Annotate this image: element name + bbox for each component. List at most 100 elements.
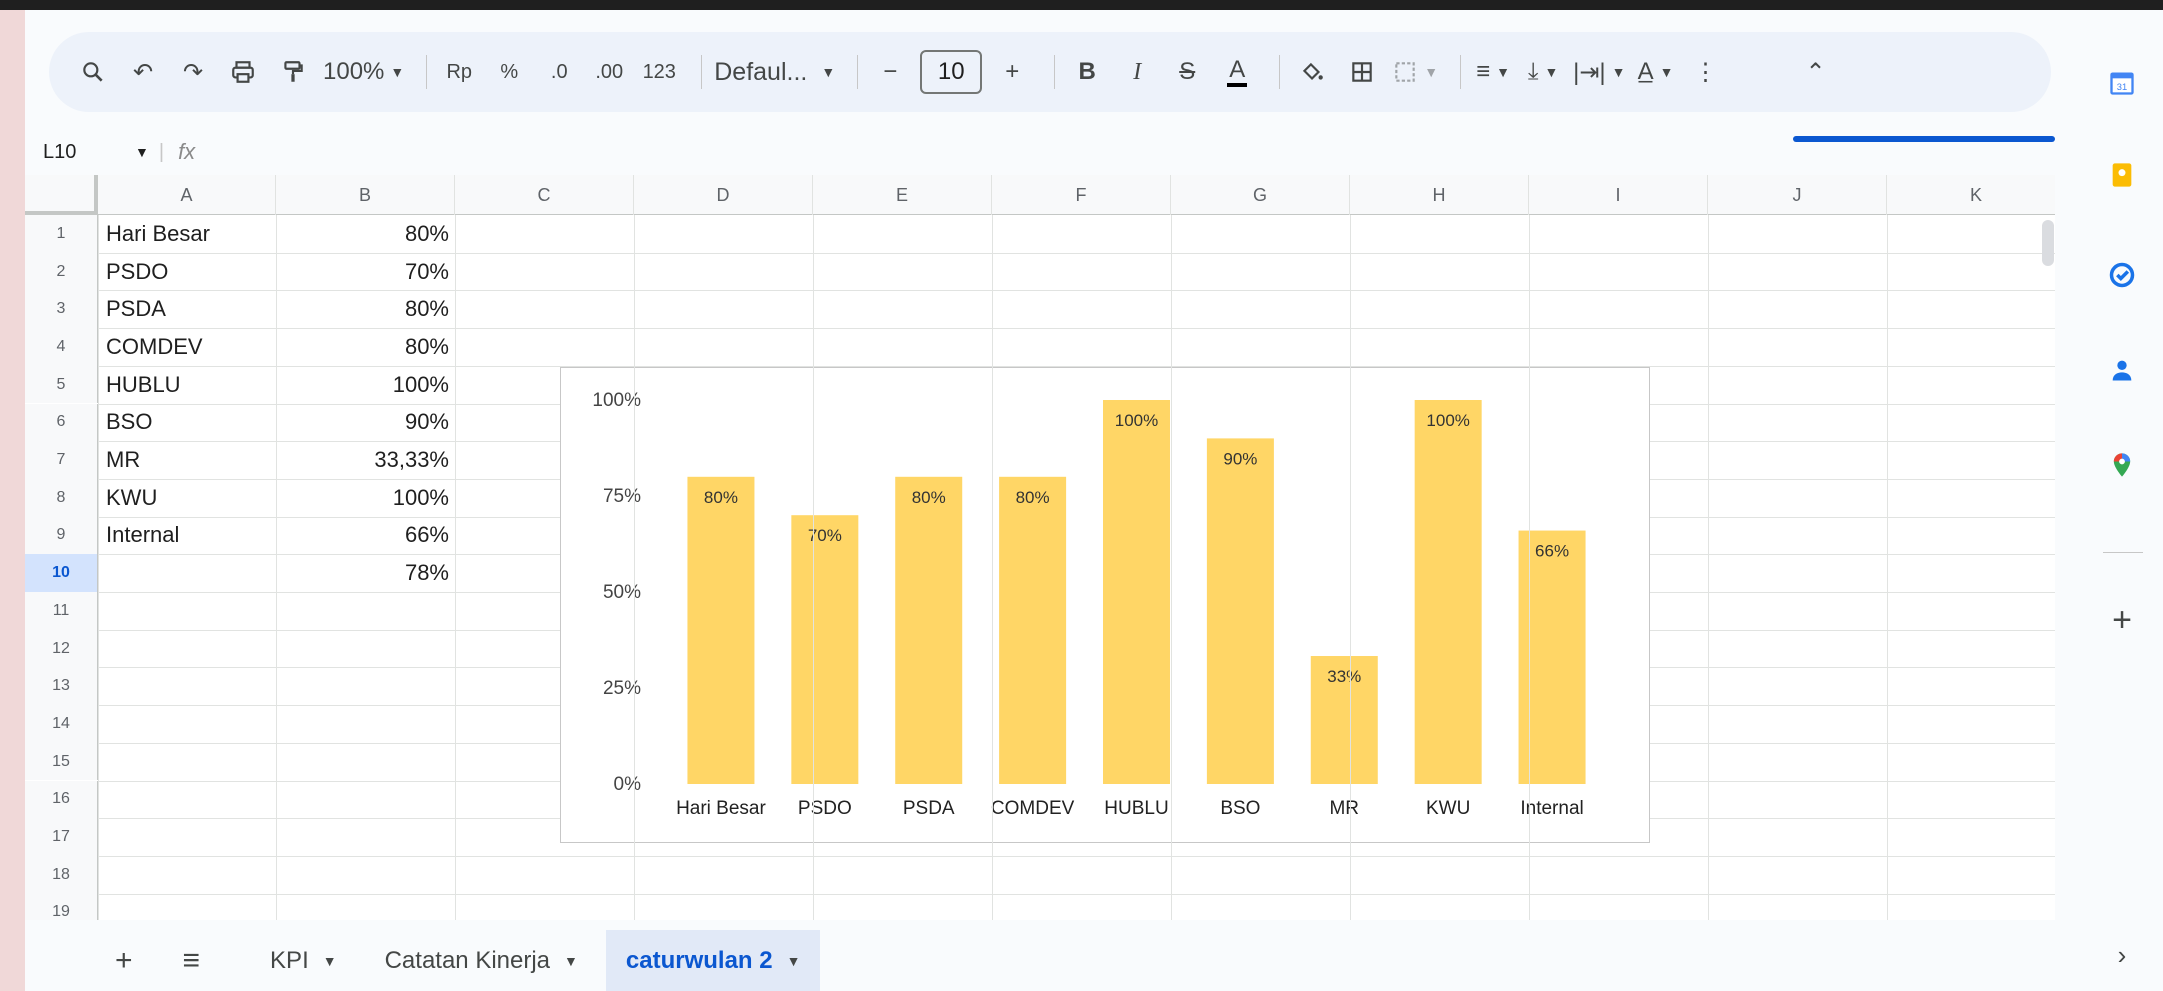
cell-b4[interactable]: 80% xyxy=(276,328,455,366)
row-header-14[interactable]: 14 xyxy=(25,705,98,743)
tasks-icon[interactable] xyxy=(2107,260,2137,290)
cell-a10[interactable] xyxy=(98,554,276,592)
text-color-button[interactable]: A xyxy=(1217,50,1257,94)
cell-b7[interactable]: 33,33% xyxy=(276,441,455,479)
row-header-18[interactable]: 18 xyxy=(25,855,98,894)
merge-cells-icon[interactable]: ▼ xyxy=(1392,50,1438,94)
bar-hublu[interactable] xyxy=(1103,400,1170,784)
cell-a6[interactable]: BSO xyxy=(98,404,276,442)
row-header-17[interactable]: 17 xyxy=(25,818,98,856)
chevron-down-icon[interactable]: ▼ xyxy=(323,953,337,969)
column-header-e[interactable]: E xyxy=(813,175,992,215)
column-header-k[interactable]: K xyxy=(1887,175,2055,215)
increase-decimal-button[interactable]: .00 xyxy=(589,50,629,94)
column-header-h[interactable]: H xyxy=(1350,175,1529,215)
bar-bso[interactable] xyxy=(1206,438,1274,784)
bar-comdev[interactable] xyxy=(999,476,1067,784)
font-size-input[interactable]: 10 xyxy=(920,50,983,94)
cell-a9[interactable]: Internal xyxy=(98,517,276,555)
maps-icon[interactable] xyxy=(2107,450,2137,480)
cell-a1[interactable]: Hari Besar xyxy=(98,215,276,253)
cell-b8[interactable]: 100% xyxy=(276,479,455,517)
column-header-b[interactable]: B xyxy=(276,175,455,215)
cell-b2[interactable]: 70% xyxy=(276,253,455,291)
borders-icon[interactable] xyxy=(1342,50,1382,94)
cell-a7[interactable]: MR xyxy=(98,441,276,479)
keep-icon[interactable] xyxy=(2107,160,2137,190)
fill-color-icon[interactable] xyxy=(1292,50,1332,94)
sheet-tab-3[interactable]: caturwulan 2 ▼ xyxy=(605,930,821,991)
cell-b10[interactable]: 78% xyxy=(276,554,455,592)
all-sheets-icon[interactable]: ≡ xyxy=(183,944,201,978)
column-header-f[interactable]: F xyxy=(992,175,1171,215)
decrease-decimal-button[interactable]: .0 xyxy=(539,50,579,94)
cell-a8[interactable]: KWU xyxy=(98,479,276,517)
row-header-19[interactable]: 19 xyxy=(25,893,98,920)
horizontal-scrollbar[interactable] xyxy=(98,917,2055,920)
row-header-12[interactable]: 12 xyxy=(25,629,98,668)
chevron-down-icon[interactable]: ▼ xyxy=(787,953,801,969)
decrease-font-size-button[interactable]: − xyxy=(870,50,910,94)
zoom-select[interactable]: 100% ▼ xyxy=(323,50,404,94)
row-header-7[interactable]: 7 xyxy=(25,441,98,479)
row-header-15[interactable]: 15 xyxy=(25,742,98,781)
bar-psda[interactable] xyxy=(895,476,963,784)
cell-a3[interactable]: PSDA xyxy=(98,290,276,328)
more-options-icon[interactable]: ⋮ xyxy=(1686,50,1726,94)
row-header-6[interactable]: 6 xyxy=(25,403,98,442)
vertical-scrollbar-thumb[interactable] xyxy=(2042,220,2054,266)
row-header-1[interactable]: 1 xyxy=(25,215,98,253)
cell-b5[interactable]: 100% xyxy=(276,366,455,404)
chevron-right-icon[interactable]: › xyxy=(2107,940,2137,970)
cell-b3[interactable]: 80% xyxy=(276,290,455,328)
redo-icon[interactable]: ↷ xyxy=(173,50,213,94)
strikethrough-icon[interactable]: S xyxy=(1167,50,1207,94)
font-select[interactable]: Defaul... ▼ xyxy=(714,50,835,94)
collapse-toolbar-icon[interactable]: ⌃ xyxy=(1796,50,1836,94)
column-header-g[interactable]: G xyxy=(1171,175,1350,215)
sheet-tab-1[interactable]: KPI ▼ xyxy=(250,930,357,991)
text-rotation-icon[interactable]: A̲ ▼ xyxy=(1636,50,1676,94)
cell-b1[interactable]: 80% xyxy=(276,215,455,253)
select-all-corner[interactable] xyxy=(25,175,98,215)
row-header-10[interactable]: 10 xyxy=(25,554,98,592)
horizontal-align-icon[interactable]: ≡ ▼ xyxy=(1473,50,1513,94)
percent-button[interactable]: % xyxy=(489,50,529,94)
italic-button[interactable]: I xyxy=(1117,50,1157,94)
print-icon[interactable] xyxy=(223,50,263,94)
row-header-11[interactable]: 11 xyxy=(25,592,98,630)
sheet-tab-2[interactable]: Catatan Kinerja ▼ xyxy=(365,930,598,991)
chevron-down-icon[interactable]: ▼ xyxy=(564,953,578,969)
currency-button[interactable]: Rp xyxy=(439,50,479,94)
name-box[interactable]: L10 xyxy=(25,141,135,164)
row-header-2[interactable]: 2 xyxy=(25,252,98,291)
paint-format-icon[interactable] xyxy=(273,50,313,94)
row-header-5[interactable]: 5 xyxy=(25,365,98,404)
undo-icon[interactable]: ↶ xyxy=(123,50,163,94)
add-sheet-icon[interactable]: + xyxy=(115,944,133,978)
bar-chart[interactable]: 0% 25% 50% 75% 100% 80% Hari Besar 70% PSDO 80% PS… xyxy=(560,367,1650,843)
chevron-down-icon[interactable]: ▼ xyxy=(135,144,149,160)
column-header-d[interactable]: D xyxy=(634,175,813,215)
column-header-c[interactable]: C xyxy=(455,175,634,215)
row-header-16[interactable]: 16 xyxy=(25,780,98,819)
bar-hari-besar[interactable] xyxy=(687,476,755,784)
add-addon-icon[interactable]: + xyxy=(2107,601,2137,639)
column-header-j[interactable]: J xyxy=(1708,175,1887,215)
cell-a4[interactable]: COMDEV xyxy=(98,328,276,366)
contacts-icon[interactable] xyxy=(2107,355,2137,385)
cell-a2[interactable]: PSDO xyxy=(98,253,276,291)
more-formats-button[interactable]: 123 xyxy=(639,50,679,94)
row-header-4[interactable]: 4 xyxy=(25,328,98,366)
calendar-icon[interactable]: 31 xyxy=(2107,68,2137,98)
text-wrap-icon[interactable]: |⇥| ▼ xyxy=(1573,50,1625,94)
cell-b9[interactable]: 66% xyxy=(276,517,455,555)
bar-psdo[interactable] xyxy=(791,515,859,784)
vertical-align-icon[interactable]: ⤓ ▼ xyxy=(1523,50,1563,94)
cell-b6[interactable]: 90% xyxy=(276,404,455,442)
cell-a5[interactable]: HUBLU xyxy=(98,366,276,404)
increase-font-size-button[interactable]: + xyxy=(992,50,1032,94)
row-header-13[interactable]: 13 xyxy=(25,667,98,706)
row-header-9[interactable]: 9 xyxy=(25,516,98,555)
bar-kwu[interactable] xyxy=(1414,400,1482,784)
